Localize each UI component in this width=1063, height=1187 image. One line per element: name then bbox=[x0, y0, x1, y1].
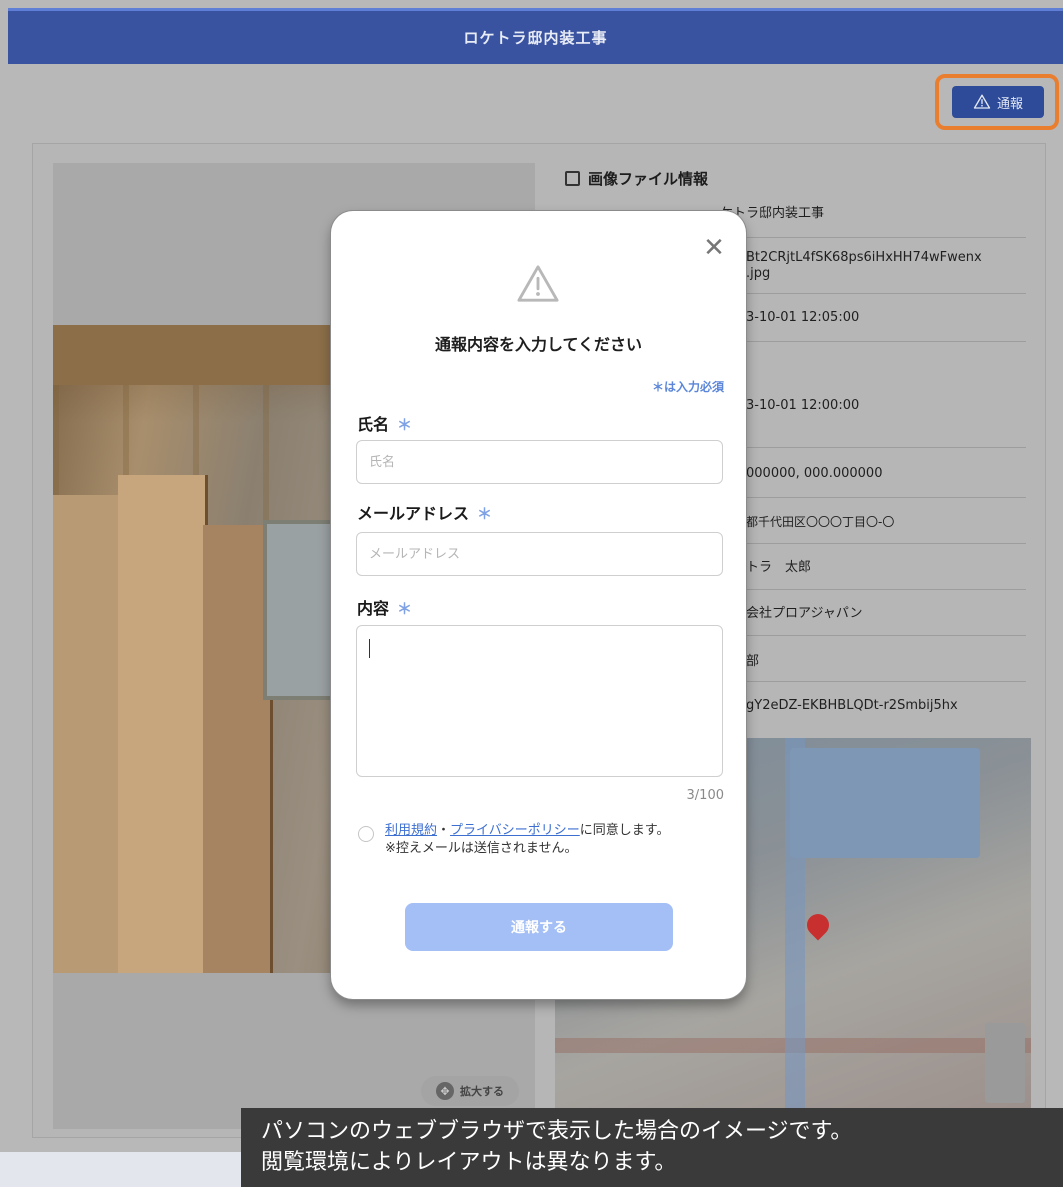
required-mark: ＊ bbox=[397, 600, 413, 618]
map-zoom-control[interactable] bbox=[985, 1023, 1025, 1103]
content-label-text: 内容 bbox=[357, 599, 390, 618]
report-dialog: ✕ 通報内容を入力してください ＊は入力必須 氏名＊ メールアドレス＊ 内容＊ … bbox=[331, 211, 746, 999]
zoom-button[interactable]: ✥ 拡大する bbox=[421, 1076, 519, 1106]
privacy-link[interactable]: プライバシーポリシー bbox=[450, 823, 580, 838]
required-mark: ＊ bbox=[397, 416, 413, 434]
agree-note: ※控えメールは送信されません。 bbox=[385, 841, 578, 856]
name-input[interactable] bbox=[356, 440, 723, 484]
required-mark: ＊ bbox=[477, 505, 493, 523]
warning-icon bbox=[973, 94, 991, 109]
content-textarea[interactable] bbox=[356, 625, 723, 777]
agree-text: 利用規約・プライバシーポリシーに同意します。 ※控えメールは送信されません。 bbox=[385, 822, 735, 858]
required-note: ＊は入力必須 bbox=[651, 380, 724, 394]
info-value: .jpg bbox=[746, 266, 771, 281]
info-value: 会社プロアジャパン bbox=[746, 606, 863, 621]
map-pin-icon[interactable] bbox=[802, 909, 834, 941]
image-info-heading: 画像ファイル情報 bbox=[565, 168, 708, 189]
zoom-label: 拡大する bbox=[460, 1085, 504, 1098]
content-label: 内容 ＊ bbox=[357, 595, 412, 619]
caption-line: 閲覧環境によりレイアウトは異なります。 bbox=[261, 1150, 677, 1175]
report-button[interactable]: 通報 bbox=[952, 86, 1044, 118]
text-caret bbox=[369, 639, 370, 658]
page-title: ロケトラ邸内装工事 bbox=[463, 29, 608, 47]
map-water bbox=[790, 748, 980, 858]
report-button-label: 通報 bbox=[996, 96, 1023, 112]
name-label-text: 氏名 bbox=[357, 415, 390, 434]
info-value: Bt2CRjtL4fSK68ps6iHxHH74wFwenx bbox=[746, 250, 982, 265]
info-value: gY2eDZ-EKBHBLQDt-r2Smbij5hx bbox=[746, 698, 958, 713]
email-label-text: メールアドレス bbox=[357, 504, 470, 523]
photo-board bbox=[118, 475, 208, 973]
image-info-title: 画像ファイル情報 bbox=[588, 170, 709, 188]
info-value: 3-10-01 12:05:00 bbox=[746, 310, 860, 325]
info-value: 部 bbox=[746, 654, 760, 669]
info-value: ケトラ邸内装工事 bbox=[720, 206, 825, 221]
photo-board bbox=[53, 495, 123, 973]
image-icon bbox=[565, 171, 580, 186]
dialog-title: 通報内容を入力してください bbox=[434, 335, 643, 354]
info-value: 3-10-01 12:00:00 bbox=[746, 398, 860, 413]
agree-suffix: に同意します。 bbox=[579, 823, 670, 838]
app-header: ロケトラ邸内装工事 bbox=[8, 8, 1063, 64]
caption-line: パソコンのウェブブラウザで表示した場合のイメージです。 bbox=[261, 1119, 853, 1144]
email-label: メールアドレス ＊ bbox=[357, 500, 492, 524]
agree-separator: ・ bbox=[437, 823, 451, 838]
char-counter: 3/100 bbox=[686, 788, 724, 803]
info-value: 000000, 000.000000 bbox=[746, 466, 883, 481]
close-icon[interactable]: ✕ bbox=[701, 235, 727, 261]
agree-radio[interactable] bbox=[358, 826, 374, 842]
name-label: 氏名 ＊ bbox=[357, 411, 412, 435]
warning-icon bbox=[517, 265, 559, 302]
terms-link[interactable]: 利用規約 bbox=[385, 823, 437, 838]
info-value: トラ 太郎 bbox=[746, 560, 812, 575]
caption-banner: パソコンのウェブブラウザで表示した場合のイメージです。 閲覧環境によりレイアウト… bbox=[241, 1108, 1063, 1187]
zoom-icon: ✥ bbox=[436, 1082, 454, 1100]
submit-report-button[interactable]: 通報する bbox=[405, 903, 673, 951]
email-input[interactable] bbox=[356, 532, 723, 576]
info-value: 都千代田区〇〇〇丁目〇-〇 bbox=[746, 515, 895, 529]
